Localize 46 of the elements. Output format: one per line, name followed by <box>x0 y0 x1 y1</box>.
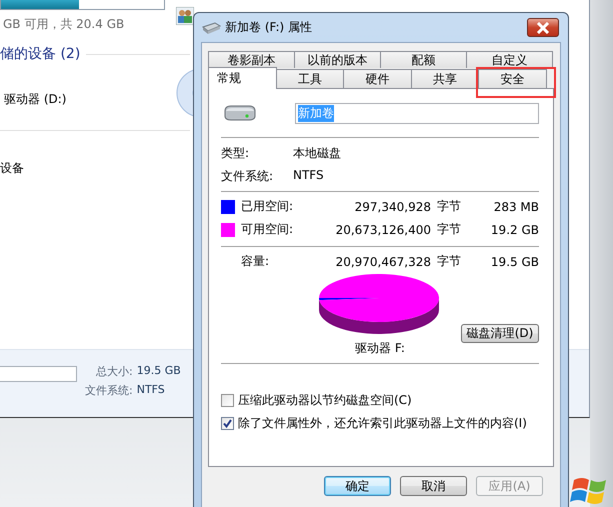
drive-caption: 驱动器 F: <box>355 340 405 357</box>
detail-label: 总大小: <box>95 364 133 379</box>
space-label: 已用空间: <box>241 198 294 215</box>
info-value: NTFS <box>293 168 325 184</box>
free-space-text: GB 可用，共 20.4 GB <box>3 16 124 33</box>
tab[interactable]: 安全 <box>478 69 547 88</box>
dialog-button[interactable]: 取消 <box>400 476 467 496</box>
detail-value: NTFS <box>136 383 166 398</box>
size-value: 283 MB <box>492 200 539 214</box>
hard-drive-icon <box>223 103 257 123</box>
section-item: 设备 <box>0 160 24 177</box>
checkbox-label: 压缩此驱动器以节约磁盘空间(C) <box>238 392 412 409</box>
tab[interactable]: 以前的版本 <box>294 51 381 68</box>
byte-count: 20,970,467,328 <box>334 254 431 268</box>
capacity-label: 容量: <box>241 253 270 270</box>
checkbox[interactable] <box>221 417 234 430</box>
dialog-button[interactable]: 确定 <box>324 476 391 496</box>
drive-icon <box>201 20 221 34</box>
tab[interactable]: 工具 <box>276 69 344 88</box>
window-title: 新加卷 (F:) 属性 <box>225 19 314 36</box>
users-icon <box>176 7 194 25</box>
detail-label: 文件系统: <box>85 383 133 398</box>
checkbox-label: 除了文件属性外，还允许索引此驱动器上文件的内容(I) <box>238 415 527 432</box>
tab[interactable]: 卷影副本 <box>208 51 295 68</box>
unit-label: 字节 <box>437 221 462 238</box>
tab[interactable]: 硬件 <box>343 69 412 88</box>
detail-value: 19.5 GB <box>136 364 181 379</box>
size-value: 19.5 GB <box>490 254 539 268</box>
size-value: 19.2 GB <box>490 222 539 236</box>
drive-item[interactable]: 驱动器 (D:) <box>4 91 66 108</box>
unit-label: 字节 <box>437 253 462 270</box>
info-label: 文件系统: <box>221 168 274 185</box>
byte-count: 20,673,126,400 <box>334 222 431 236</box>
checkbox[interactable] <box>221 394 234 407</box>
unit-label: 字节 <box>437 198 462 215</box>
tab[interactable]: 配额 <box>380 51 467 68</box>
tab[interactable]: 自定义 <box>466 51 553 68</box>
close-button[interactable] <box>527 18 559 37</box>
info-value: 本地磁盘 <box>293 145 342 162</box>
section-heading: 储的设备 (2) <box>0 45 80 63</box>
byte-count: 297,340,928 <box>354 200 431 214</box>
close-icon <box>536 22 550 34</box>
tab[interactable]: 常规 <box>208 67 277 89</box>
space-label: 可用空间: <box>241 221 294 238</box>
disk-cleanup-button[interactable]: 磁盘清理(D) <box>461 324 539 343</box>
info-label: 类型: <box>221 145 250 162</box>
